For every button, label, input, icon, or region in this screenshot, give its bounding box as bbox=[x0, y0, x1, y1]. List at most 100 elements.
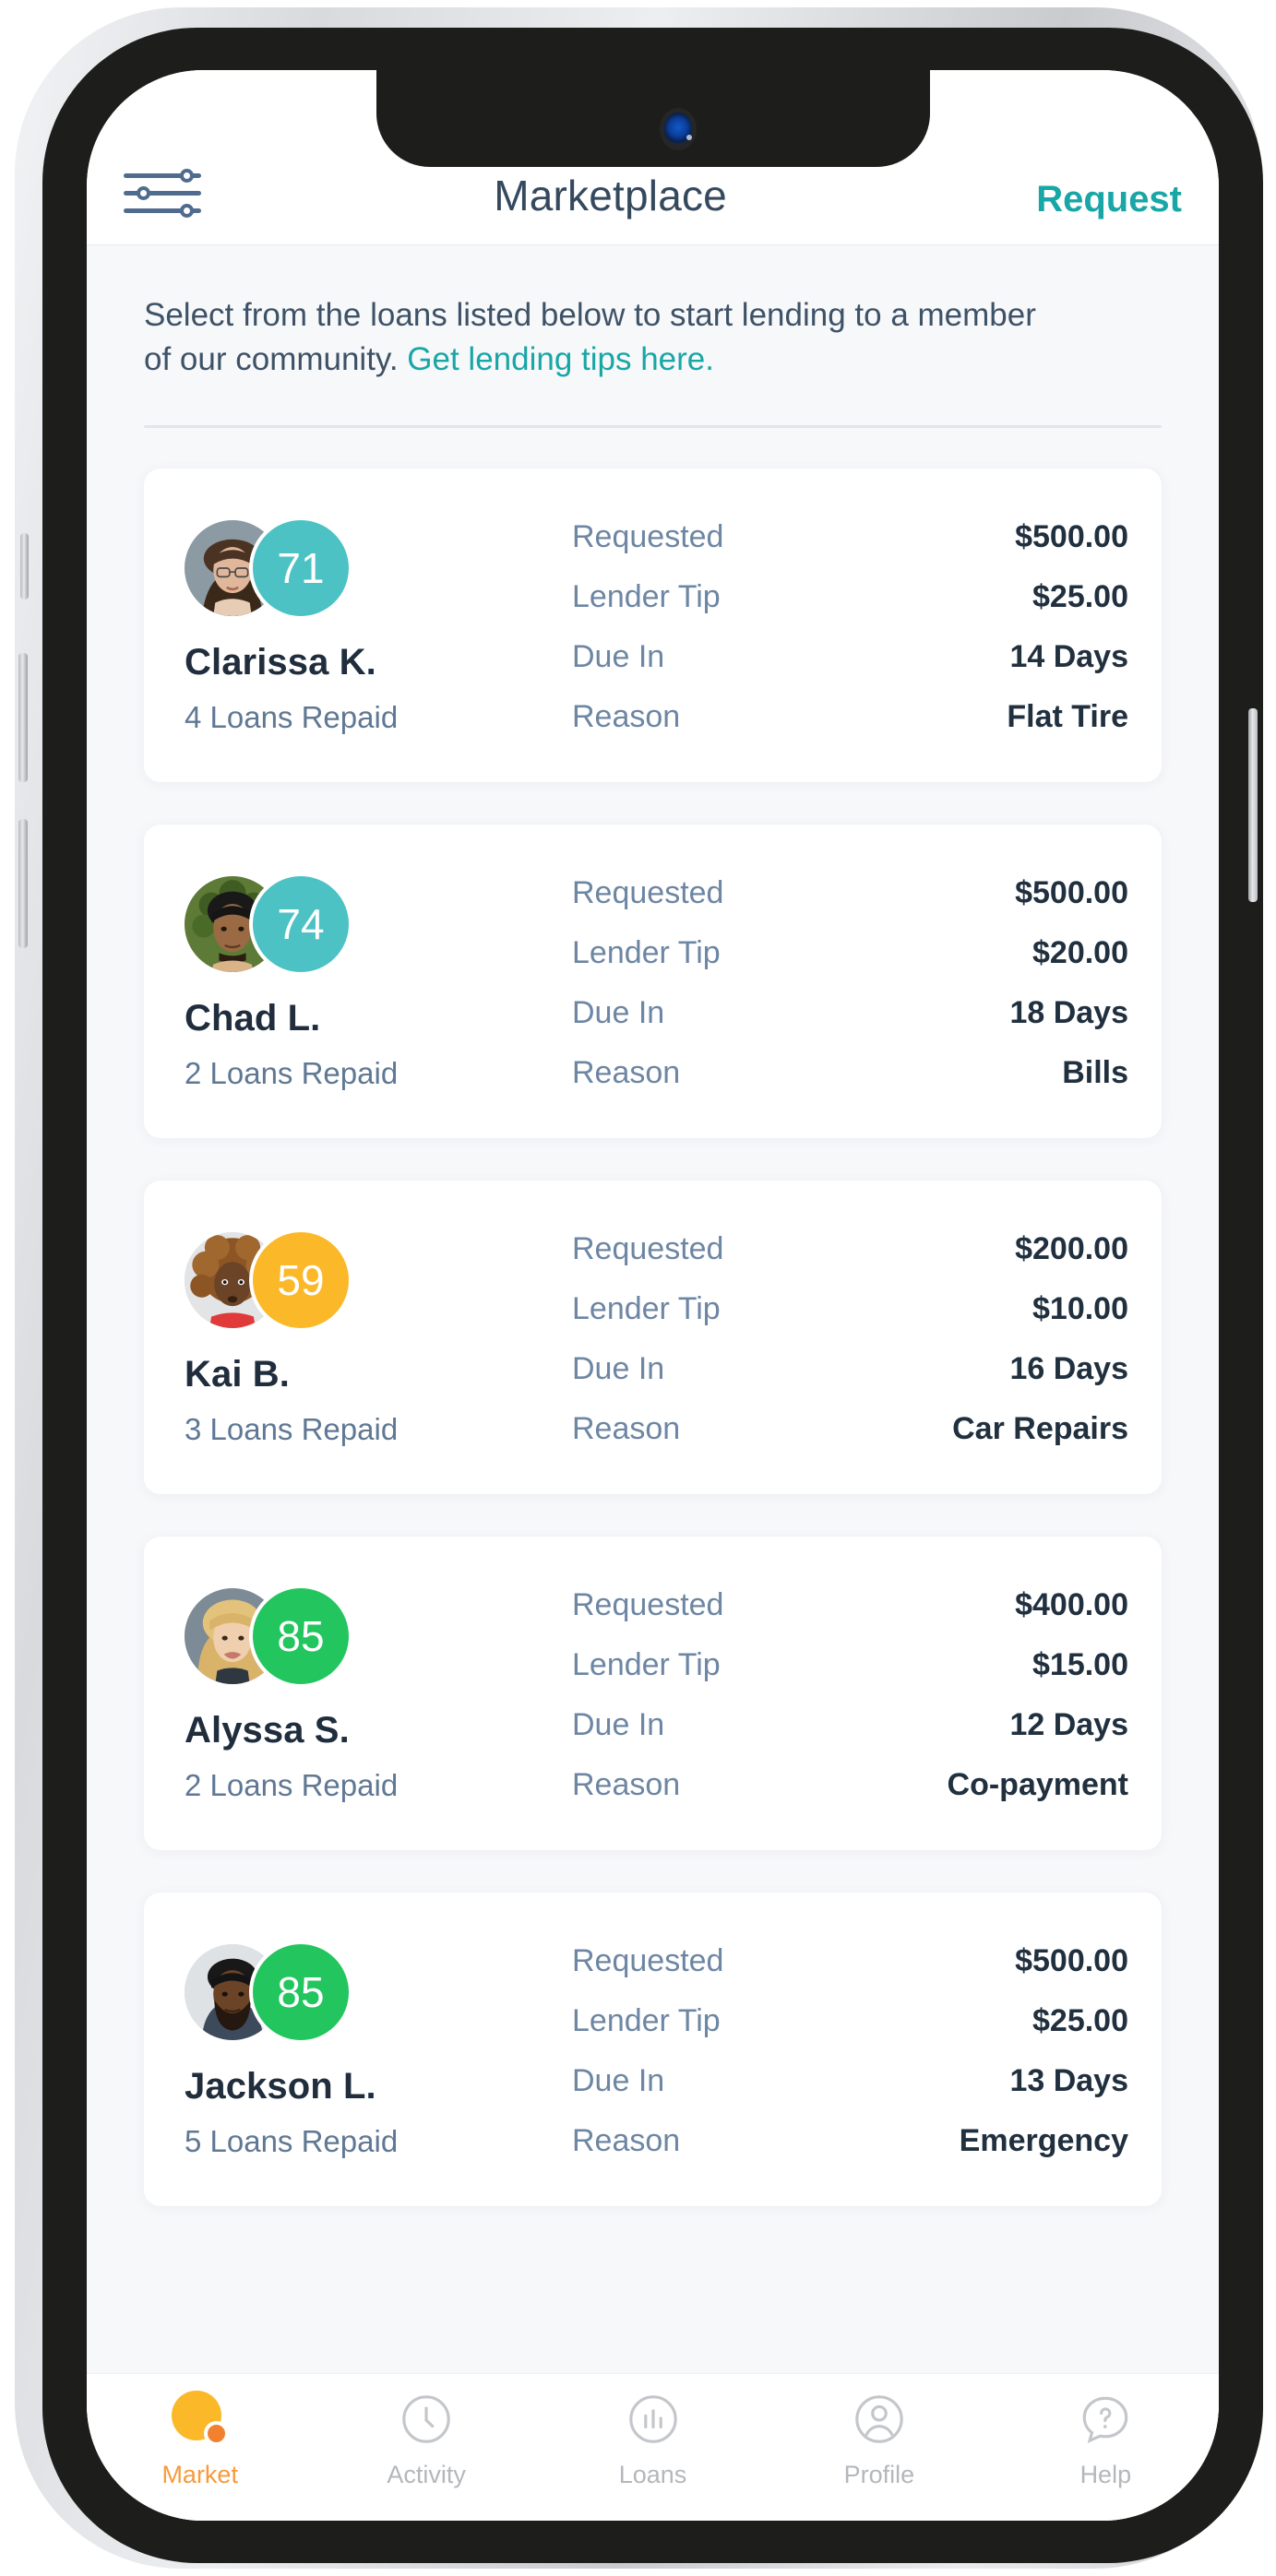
tab-market[interactable]: Market bbox=[87, 2391, 313, 2489]
avatar-row: 74 bbox=[185, 873, 360, 978]
tab-label: Profile bbox=[843, 2461, 915, 2488]
loans-repaid-count: 3 Loans Repaid bbox=[185, 1412, 399, 1447]
detail-row: Requested $500.00 bbox=[572, 1943, 1128, 1979]
avatar-row: 85 bbox=[185, 1585, 360, 1690]
detail-label: Requested bbox=[572, 1586, 724, 1622]
detail-value: $25.00 bbox=[1032, 2002, 1128, 2038]
detail-label: Due In bbox=[572, 1350, 665, 1386]
person-icon bbox=[851, 2391, 908, 2448]
loan-details: Requested $500.00 Lender Tip $20.00 Due In 18… bbox=[572, 872, 1128, 1091]
detail-row: Lender Tip $15.00 bbox=[572, 1647, 1128, 1683]
detail-label: Lender Tip bbox=[572, 1646, 721, 1682]
filter-sliders-icon[interactable] bbox=[124, 165, 201, 220]
detail-value: $500.00 bbox=[1015, 874, 1128, 910]
notch bbox=[376, 70, 930, 167]
detail-row: Lender Tip $25.00 bbox=[572, 2003, 1128, 2039]
front-camera-icon bbox=[663, 113, 692, 146]
tab-label: Help bbox=[1079, 2461, 1132, 2488]
loan-details: Requested $200.00 Lender Tip $10.00 Due In 16… bbox=[572, 1228, 1128, 1447]
clock-icon bbox=[398, 2391, 455, 2448]
detail-value: $200.00 bbox=[1015, 1230, 1128, 1266]
loan-list: 71 Clarissa K. 4 Loans Repaid Requested $500… bbox=[87, 428, 1219, 2206]
detail-row: Reason Bills bbox=[572, 1055, 1128, 1091]
detail-label: Lender Tip bbox=[572, 934, 721, 970]
detail-value: 18 Days bbox=[1009, 994, 1128, 1030]
detail-value: $20.00 bbox=[1032, 934, 1128, 970]
loans-repaid-count: 2 Loans Repaid bbox=[185, 1056, 399, 1091]
detail-label: Reason bbox=[572, 2122, 681, 2158]
loan-card[interactable]: 85 Jackson L. 5 Loans Repaid Requested $500.… bbox=[144, 1892, 1162, 2206]
tab-loans[interactable]: Loans bbox=[540, 2391, 766, 2489]
detail-value: 13 Days bbox=[1009, 2062, 1128, 2098]
loan-details: Requested $500.00 Lender Tip $25.00 Due In 13… bbox=[572, 1940, 1128, 2159]
tab-help[interactable]: Help bbox=[993, 2391, 1219, 2489]
detail-row: Requested $500.00 bbox=[572, 875, 1128, 911]
mute-switch[interactable] bbox=[20, 533, 29, 599]
bar-chart-icon bbox=[625, 2391, 682, 2448]
detail-value: $400.00 bbox=[1015, 1586, 1128, 1622]
slider-row-3 bbox=[124, 204, 201, 218]
detail-label: Due In bbox=[572, 638, 665, 674]
detail-label: Lender Tip bbox=[572, 578, 721, 614]
loans-repaid-count: 2 Loans Repaid bbox=[185, 1768, 399, 1803]
credit-score-badge: 74 bbox=[249, 873, 352, 977]
borrower-name: Kai B. bbox=[185, 1354, 290, 1395]
detail-label: Due In bbox=[572, 1706, 665, 1742]
loan-card[interactable]: 59 Kai B. 3 Loans Repaid Requested $200.00 Le… bbox=[144, 1180, 1162, 1494]
intro-block: Select from the loans listed below to st… bbox=[87, 245, 1219, 383]
credit-score-badge: 85 bbox=[249, 1941, 352, 2045]
detail-label: Lender Tip bbox=[572, 1290, 721, 1326]
loan-card[interactable]: 74 Chad L. 2 Loans Repaid Requested $500.00 L… bbox=[144, 824, 1162, 1138]
detail-value: $25.00 bbox=[1032, 578, 1128, 614]
request-button[interactable]: Request bbox=[1036, 179, 1182, 220]
borrower-summary: 85 Alyssa S. 2 Loans Repaid bbox=[185, 1583, 572, 1803]
detail-row: Requested $200.00 bbox=[572, 1231, 1128, 1267]
detail-value: $500.00 bbox=[1015, 518, 1128, 554]
detail-label: Requested bbox=[572, 1942, 724, 1978]
intro-text: Select from the loans listed below to st… bbox=[144, 293, 1067, 383]
phone-screen: Marketplace Request Select from the loan… bbox=[87, 70, 1219, 2521]
detail-row: Reason Co-payment bbox=[572, 1767, 1128, 1803]
credit-score-badge: 59 bbox=[249, 1229, 352, 1333]
avatar-row: 59 bbox=[185, 1229, 360, 1334]
credit-score-badge: 85 bbox=[249, 1585, 352, 1689]
detail-label: Requested bbox=[572, 1230, 724, 1266]
borrower-name: Clarissa K. bbox=[185, 642, 376, 683]
tab-activity[interactable]: Activity bbox=[313, 2391, 539, 2489]
marketplace-scroll-area[interactable]: Select from the loans listed below to st… bbox=[87, 245, 1219, 2521]
avatar-row: 71 bbox=[185, 516, 360, 622]
tab-profile[interactable]: Profile bbox=[766, 2391, 992, 2489]
phone-frame: Marketplace Request Select from the loan… bbox=[15, 7, 1263, 2569]
volume-down-button[interactable] bbox=[18, 819, 28, 948]
lending-tips-link[interactable]: Get lending tips here. bbox=[407, 341, 714, 377]
slider-row-1 bbox=[124, 169, 201, 183]
detail-value: $500.00 bbox=[1015, 1942, 1128, 1978]
loan-details: Requested $500.00 Lender Tip $25.00 Due In 14… bbox=[572, 516, 1128, 735]
detail-label: Due In bbox=[572, 2062, 665, 2098]
avatar-row: 85 bbox=[185, 1941, 360, 2046]
detail-value: Bills bbox=[1062, 1054, 1128, 1090]
borrower-name: Chad L. bbox=[185, 998, 321, 1039]
borrower-summary: 59 Kai B. 3 Loans Repaid bbox=[185, 1227, 572, 1447]
detail-row: Due In 13 Days bbox=[572, 2063, 1128, 2099]
detail-value: 14 Days bbox=[1009, 638, 1128, 674]
tab-label: Market bbox=[161, 2461, 238, 2488]
market-pie-icon bbox=[171, 2391, 229, 2448]
detail-value: 12 Days bbox=[1009, 1706, 1128, 1742]
bottom-tab-bar: Market Activity Loans Profile Help bbox=[87, 2373, 1219, 2521]
power-button[interactable] bbox=[1248, 708, 1258, 902]
tab-label: Loans bbox=[618, 2461, 687, 2488]
volume-up-button[interactable] bbox=[18, 653, 28, 782]
loan-card[interactable]: 85 Alyssa S. 2 Loans Repaid Requested $400.0… bbox=[144, 1536, 1162, 1850]
borrower-summary: 71 Clarissa K. 4 Loans Repaid bbox=[185, 515, 572, 735]
loans-repaid-count: 5 Loans Repaid bbox=[185, 2124, 399, 2159]
market-pie-icon bbox=[171, 2391, 229, 2448]
loan-card[interactable]: 71 Clarissa K. 4 Loans Repaid Requested $500… bbox=[144, 468, 1162, 782]
slider-track bbox=[124, 191, 201, 196]
detail-value: 16 Days bbox=[1009, 1350, 1128, 1386]
detail-row: Due In 18 Days bbox=[572, 995, 1128, 1031]
camera-glint bbox=[686, 135, 692, 140]
detail-label: Reason bbox=[572, 1766, 681, 1802]
detail-value: Emergency bbox=[959, 2122, 1128, 2158]
detail-value: Car Repairs bbox=[952, 1410, 1128, 1446]
